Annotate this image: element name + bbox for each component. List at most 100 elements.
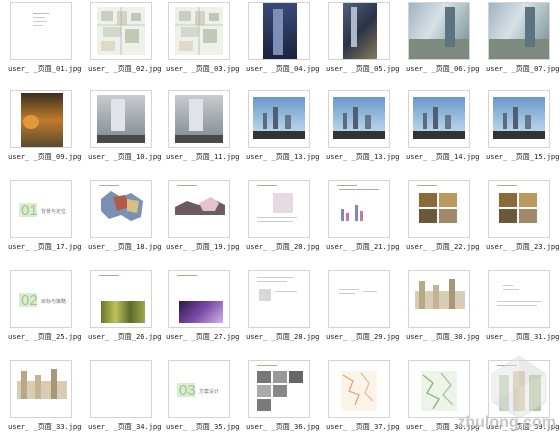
thumbnail-image[interactable] [328, 180, 390, 238]
thumbnail-item[interactable]: user_ _页面_02.jpg [88, 2, 161, 74]
thumbnail-caption: user_ _页面_02.jpg [88, 64, 162, 73]
thumbnail-caption: user_ _页面_10.jpg [88, 152, 162, 161]
thumbnail-item[interactable]: user_ _页面_23.jpg [486, 180, 559, 252]
thumbnail-item[interactable]: user_ _页面_37.jpg [326, 360, 399, 432]
thumbnail-caption: user_ _页面_26.jpg [88, 332, 162, 341]
thumbnail-item[interactable]: user_ _页面_29.jpg [326, 270, 399, 342]
thumbnail-item[interactable]: user_ _页面_07.jpg [486, 2, 559, 74]
thumbnail-image[interactable] [90, 90, 152, 148]
thumbnail-item[interactable]: user_ _页面_14.jpg [406, 90, 479, 162]
thumbnail-caption: user_ _页面_13.jpg [246, 152, 320, 161]
thumbnail-image[interactable] [248, 270, 310, 328]
thumbnail-item[interactable]: user_ _页面_13.jpg [326, 90, 399, 162]
thumbnail-item[interactable]: user_ _页面_36.jpg [246, 360, 319, 432]
watermark-text: zhulong.com [457, 414, 556, 431]
thumbnail-item[interactable]: user_ _页面_33.jpg [8, 360, 81, 432]
thumbnail-caption: user_ _页面_35.jpg [166, 422, 240, 431]
thumbnail-image[interactable] [10, 360, 72, 418]
thumbnail-caption: user_ _页面_27.jpg [166, 332, 240, 341]
thumbnail-item[interactable]: user_ _页面_19.jpg [166, 180, 239, 252]
thumbnail-caption: user_ _页面_17.jpg [8, 242, 82, 251]
thumbnail-image[interactable] [488, 2, 550, 60]
thumbnail-caption: user_ _页面_07.jpg [486, 64, 560, 73]
thumbnail-item[interactable]: user_ _页面_27.jpg [166, 270, 239, 342]
thumbnail-caption: user_ _页面_23.jpg [486, 242, 560, 251]
thumbnail-image[interactable]: 02 目标与策略 [10, 270, 72, 328]
thumbnail-item[interactable]: user_ _页面_20.jpg [246, 180, 319, 252]
thumbnail-image[interactable] [408, 180, 470, 238]
thumbnail-image[interactable] [90, 360, 152, 418]
thumbnail-item[interactable]: 02 目标与策略 user_ _页面_25.jpg [8, 270, 81, 342]
thumbnail-item[interactable]: user_ _页面_21.jpg [326, 180, 399, 252]
thumbnail-caption: user_ _页面_25.jpg [8, 332, 82, 341]
section-label: 目标与策略 [41, 299, 67, 305]
thumbnail-item[interactable]: user_ _页面_05.jpg [326, 2, 399, 74]
thumbnail-caption: user_ _页面_29.jpg [326, 332, 400, 341]
thumbnail-image[interactable] [10, 90, 72, 148]
thumbnail-caption: user_ _页面_36.jpg [246, 422, 320, 431]
thumbnail-caption: user_ _页面_09.jpg [8, 152, 82, 161]
watermark-logo-icon [486, 354, 552, 420]
thumbnail-caption: user_ _页面_05.jpg [326, 64, 400, 73]
thumbnail-image[interactable] [248, 180, 310, 238]
thumbnail-image[interactable] [248, 360, 310, 418]
thumbnail-caption: user_ _页面_15.jpg [486, 152, 560, 161]
thumbnail-item[interactable]: user_ _页面_10.jpg [88, 90, 161, 162]
thumbnail-caption: user_ _页面_30.jpg [406, 332, 480, 341]
thumbnail-item[interactable]: user_ _页面_15.jpg [486, 90, 559, 162]
thumbnail-image[interactable] [488, 180, 550, 238]
thumbnail-item[interactable]: user_ _页面_22.jpg [406, 180, 479, 252]
thumbnail-caption: user_ _页面_31.jpg [486, 332, 560, 341]
thumbnail-image[interactable] [90, 2, 152, 60]
thumbnail-item[interactable]: user_ _页面_09.jpg [8, 90, 81, 162]
thumbnail-image[interactable] [168, 90, 230, 148]
thumbnail-item[interactable]: user_ _页面_18.jpg [88, 180, 161, 252]
thumbnail-caption: user_ _页面_06.jpg [406, 64, 480, 73]
thumbnail-item[interactable]: user_ _页面_28.jpg [246, 270, 319, 342]
thumbnail-image[interactable] [10, 2, 72, 60]
thumbnail-image[interactable]: 01 背景与定位 [10, 180, 72, 238]
thumbnail-image[interactable] [408, 270, 470, 328]
thumbnail-item[interactable]: user_ _页面_31.jpg [486, 270, 559, 342]
thumbnail-item[interactable]: user_ _页面_34.jpg [88, 360, 161, 432]
thumbnail-caption: user_ _页面_33.jpg [8, 422, 82, 431]
thumbnail-image[interactable] [488, 90, 550, 148]
section-label: 背景与定位 [41, 209, 67, 215]
thumbnail-item[interactable]: user_ _页面_06.jpg [406, 2, 479, 74]
thumbnail-item[interactable]: user_ _页面_30.jpg [406, 270, 479, 342]
thumbnail-image[interactable] [328, 270, 390, 328]
thumbnail-image[interactable] [90, 270, 152, 328]
thumbnail-item[interactable]: user_ _页面_26.jpg [88, 270, 161, 342]
thumbnail-item[interactable]: user_ _页面_11.jpg [166, 90, 239, 162]
thumbnail-item[interactable]: user_ _页面_13.jpg [246, 90, 319, 162]
thumbnail-caption: user_ _页面_14.jpg [406, 152, 480, 161]
thumbnail-image[interactable] [248, 90, 310, 148]
thumbnail-image[interactable] [328, 360, 390, 418]
thumbnail-image[interactable] [90, 180, 152, 238]
thumbnail-image[interactable] [408, 2, 470, 60]
thumbnail-caption: user_ _页面_28.jpg [246, 332, 320, 341]
thumbnail-item[interactable]: 03 方案设计 user_ _页面_35.jpg [166, 360, 239, 432]
thumbnail-item[interactable]: user_ _页面_04.jpg [246, 2, 319, 74]
thumbnail-caption: user_ _页面_18.jpg [88, 242, 162, 251]
thumbnail-image[interactable] [328, 2, 390, 60]
thumbnail-item[interactable]: 01 背景与定位 user_ _页面_17.jpg [8, 180, 81, 252]
thumbnail-image[interactable]: 03 方案设计 [168, 360, 230, 418]
thumbnail-image[interactable] [408, 90, 470, 148]
section-number: 03 [179, 382, 196, 399]
thumbnail-image[interactable] [248, 2, 310, 60]
thumbnail-image[interactable] [168, 2, 230, 60]
thumbnail-caption: user_ _页面_01.jpg [8, 64, 82, 73]
thumbnail-caption: user_ _页面_37.jpg [326, 422, 400, 431]
thumbnail-image[interactable] [408, 360, 470, 418]
thumbnail-image[interactable] [168, 180, 230, 238]
thumbnail-item[interactable]: user_ _页面_03.jpg [166, 2, 239, 74]
thumbnail-caption: user_ _页面_34.jpg [88, 422, 162, 431]
thumbnail-image[interactable] [328, 90, 390, 148]
section-number: 01 [21, 202, 38, 219]
thumbnail-caption: user_ _页面_04.jpg [246, 64, 320, 73]
thumbnail-caption: user_ _页面_21.jpg [326, 242, 400, 251]
thumbnail-item[interactable]: user_ _页面_01.jpg [8, 2, 81, 74]
thumbnail-image[interactable] [488, 270, 550, 328]
thumbnail-image[interactable] [168, 270, 230, 328]
